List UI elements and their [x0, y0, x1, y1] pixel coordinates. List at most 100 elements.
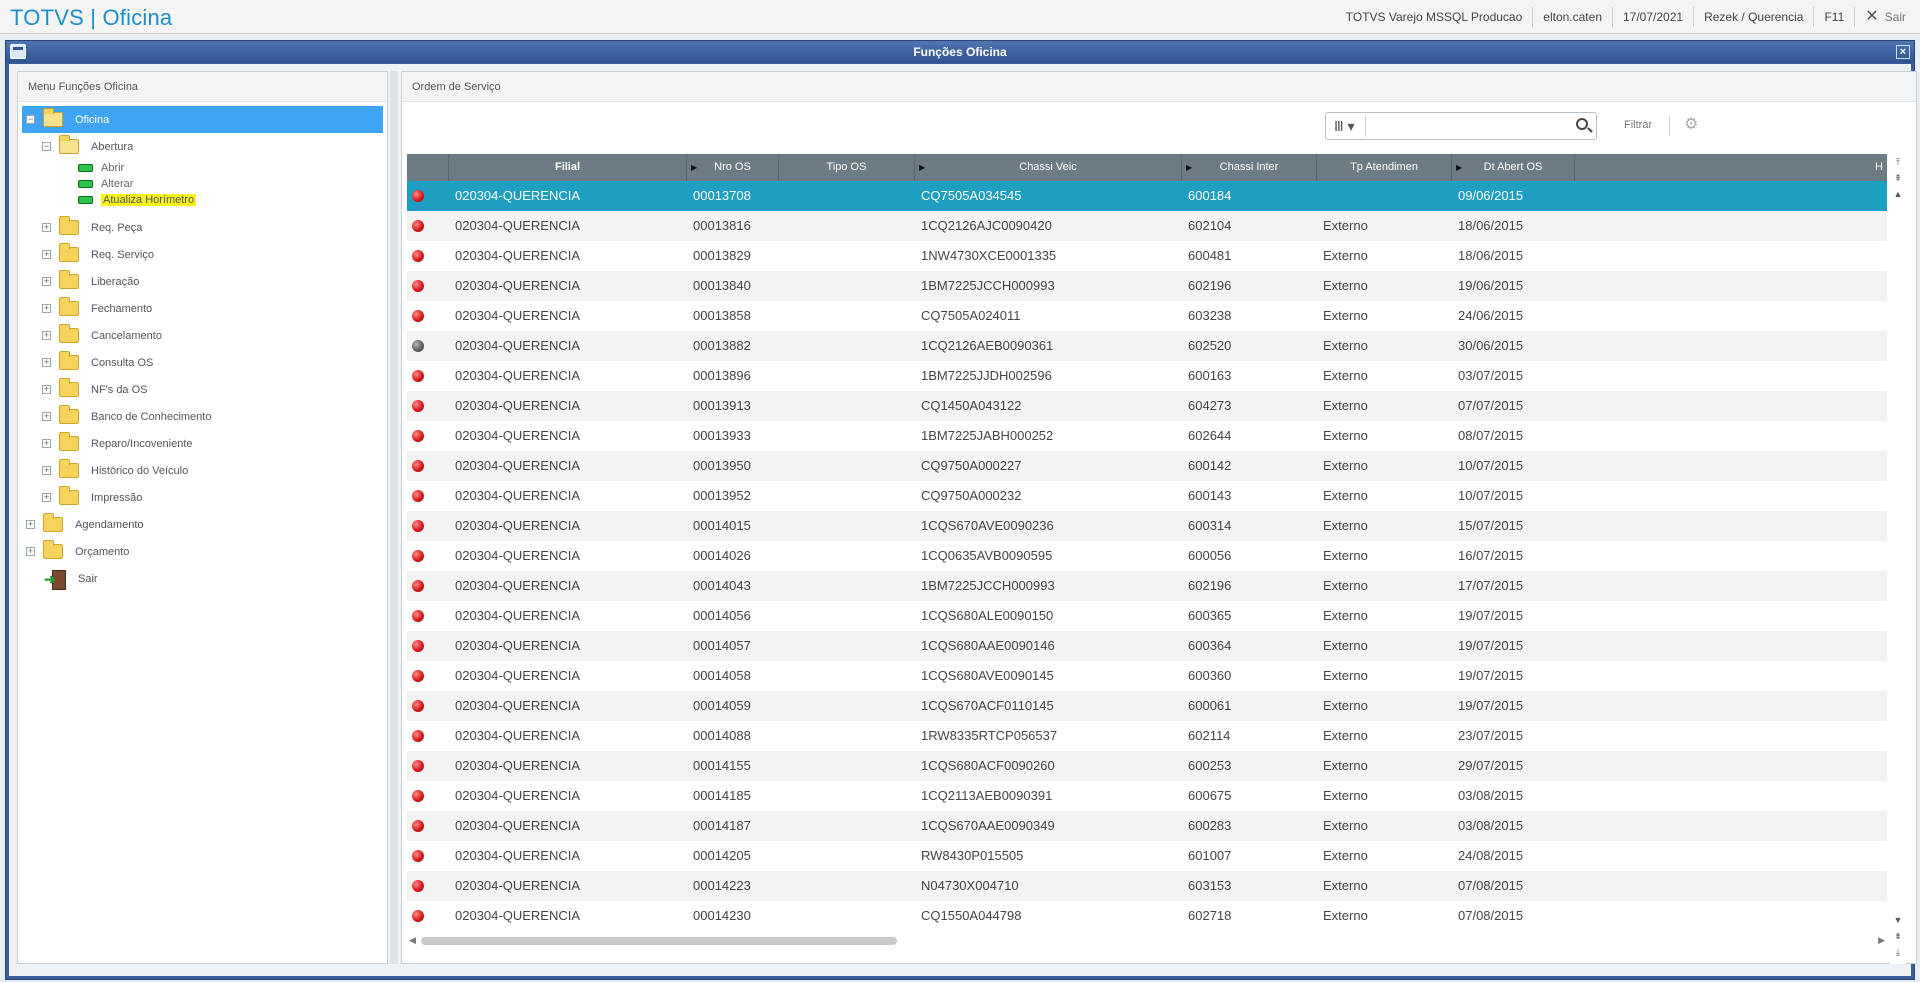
table-row[interactable]: 020304-QUERENCIA 00013829 1NW4730XCE000133… — [407, 241, 1887, 271]
panel-splitter[interactable] — [390, 71, 398, 964]
table-row[interactable]: 020304-QUERENCIA 00014230 CQ1550A044798 602… — [407, 901, 1887, 924]
grid-horizontal-scrollbar[interactable]: ◀ ▶ — [407, 934, 1887, 948]
tree-node-fechamento[interactable]: + Fechamento — [22, 295, 383, 322]
tree-node-consulta-os[interactable]: + Consulta OS — [22, 349, 383, 376]
scroll-down-icon[interactable]: ▼ — [1891, 914, 1905, 926]
table-row[interactable]: 020304-QUERENCIA 00014223 N04730X004710 603… — [407, 871, 1887, 901]
shortcut-f11[interactable]: F11 — [1813, 7, 1854, 27]
search-icon[interactable] — [1576, 118, 1588, 130]
filter-button[interactable]: Filtrar — [1624, 119, 1652, 131]
tree-node-label: Orçamento — [75, 545, 130, 558]
search-input[interactable] — [1370, 115, 1550, 137]
col-header-h[interactable]: H — [1575, 154, 1887, 181]
tree-node-banco-conhecimento[interactable]: + Banco de Conhecimento — [22, 403, 383, 430]
scroll-right-icon[interactable]: ▶ — [1878, 935, 1885, 946]
window-close-button[interactable]: × — [1896, 45, 1910, 59]
collapse-icon[interactable]: − — [26, 115, 35, 124]
table-row[interactable]: 020304-QUERENCIA 00013950 CQ9750A000227 600… — [407, 451, 1887, 481]
folder-icon — [59, 432, 79, 451]
table-row[interactable]: 020304-QUERENCIA 00014015 1CQS670AVE009023… — [407, 511, 1887, 541]
expand-icon[interactable]: + — [42, 277, 51, 286]
tree-node-agendamento[interactable]: + Agendamento — [22, 511, 383, 538]
table-row[interactable]: 020304-QUERENCIA 00014185 1CQ2113AEB009039… — [407, 781, 1887, 811]
col-header-nro-os[interactable]: ▶ Nro OS — [687, 154, 779, 181]
tree-node-sair[interactable]: Sair — [22, 565, 383, 592]
table-row[interactable]: 020304-QUERENCIA 00014187 1CQS670AAE009034… — [407, 811, 1887, 841]
table-row[interactable]: 020304-QUERENCIA 00013708 CQ7505A034545 600… — [407, 181, 1887, 211]
expand-icon[interactable]: + — [42, 439, 51, 448]
expand-icon[interactable]: + — [42, 304, 51, 313]
tree-node-cancelamento[interactable]: + Cancelamento — [22, 322, 383, 349]
window-icon — [10, 44, 26, 59]
cell-filial: 020304-QUERENCIA — [455, 188, 580, 203]
status-dot-icon — [412, 670, 424, 682]
tree-leaf-atualiza-horimetro[interactable]: Atualiza Horímetro — [22, 192, 383, 208]
scroll-left-icon[interactable]: ◀ — [409, 935, 416, 946]
table-row[interactable]: 020304-QUERENCIA 00014057 1CQS680AAE009014… — [407, 631, 1887, 661]
expand-icon[interactable]: + — [42, 358, 51, 367]
col-header-chassi-veic[interactable]: ▶ Chassi Veic — [915, 154, 1182, 181]
tree-leaf-alterar[interactable]: Alterar — [22, 176, 383, 192]
table-row[interactable]: 020304-QUERENCIA 00013858 CQ7505A024011 603… — [407, 301, 1887, 331]
table-row[interactable]: 020304-QUERENCIA 00013933 1BM7225JABH00025… — [407, 421, 1887, 451]
column-picker-button[interactable]: Ⅲ ▾ — [1328, 115, 1366, 137]
tree-leaf-abrir[interactable]: Abrir — [22, 160, 383, 176]
table-row[interactable]: 020304-QUERENCIA 00014043 1BM7225JCCH00099… — [407, 571, 1887, 601]
expand-icon[interactable]: + — [26, 547, 35, 556]
scroll-up-icon[interactable]: ▲ — [1891, 188, 1905, 200]
table-row[interactable]: 020304-QUERENCIA 00013896 1BM7225JJDH00259… — [407, 361, 1887, 391]
tree-node-impressao[interactable]: + Impressão — [22, 484, 383, 511]
gear-icon[interactable]: ⚙ — [1684, 114, 1698, 134]
cell-tp: Externo — [1323, 398, 1368, 413]
tree-node-oficina[interactable]: − Oficina — [22, 106, 383, 133]
col-header-chassi-inter[interactable]: ▶ Chassi Inter — [1182, 154, 1317, 181]
col-header-tipo-os[interactable]: Tipo OS — [779, 154, 915, 181]
scroll-top-icon[interactable]: ⤒ — [1891, 156, 1905, 168]
scroll-page-up-icon[interactable]: ⇞ — [1891, 172, 1905, 184]
collapse-icon[interactable]: − — [42, 142, 51, 151]
table-row[interactable]: 020304-QUERENCIA 00013952 CQ9750A000232 600… — [407, 481, 1887, 511]
scroll-page-down-icon[interactable]: ⇟ — [1891, 930, 1905, 942]
tree-node-req-peca[interactable]: + Req. Peça — [22, 214, 383, 241]
table-row[interactable]: 020304-QUERENCIA 00013816 1CQ2126AJC009042… — [407, 211, 1887, 241]
expand-icon[interactable]: + — [42, 412, 51, 421]
expand-icon[interactable]: + — [42, 466, 51, 475]
tree-node-orcamento[interactable]: + Orçamento — [22, 538, 383, 565]
tree-node-reparo-incoveniente[interactable]: + Reparo/Incoveniente — [22, 430, 383, 457]
col-header-dt-abert-os[interactable]: ▶ Dt Abert OS — [1452, 154, 1575, 181]
scroll-bottom-icon[interactable]: ⤓ — [1891, 946, 1905, 958]
grid-vertical-scrollbar[interactable]: ⤒ ⇞ ▲ ▼ ⇟ ⤓ — [1890, 154, 1906, 964]
tree-leaf-label: Abrir — [101, 162, 125, 174]
table-row[interactable]: 020304-QUERENCIA 00013913 CQ1450A043122 604… — [407, 391, 1887, 421]
table-row[interactable]: 020304-QUERENCIA 00014058 1CQS680AVE009014… — [407, 661, 1887, 691]
expand-icon[interactable]: + — [42, 250, 51, 259]
tree-node-abertura[interactable]: − Abertura — [22, 133, 383, 160]
exit-button[interactable]: ✕ Sair — [1854, 7, 1920, 27]
scrollbar-thumb[interactable] — [421, 937, 897, 945]
cell-nro: 00014057 — [693, 638, 751, 653]
col-header-filial[interactable]: Filial — [449, 154, 687, 181]
table-row[interactable]: 020304-QUERENCIA 00013840 1BM7225JCCH00099… — [407, 271, 1887, 301]
expand-icon[interactable]: + — [42, 493, 51, 502]
branch-selector[interactable]: Rezek / Querencia — [1693, 7, 1813, 27]
tree-node-nfs-da-os[interactable]: + NF's da OS — [22, 376, 383, 403]
table-row[interactable]: 020304-QUERENCIA 00013882 1CQ2126AEB009036… — [407, 331, 1887, 361]
table-row[interactable]: 020304-QUERENCIA 00014088 1RW8335RTCP05653… — [407, 721, 1887, 751]
table-row[interactable]: 020304-QUERENCIA 00014155 1CQS680ACF009026… — [407, 751, 1887, 781]
cell-tipo — [785, 331, 911, 361]
table-row[interactable]: 020304-QUERENCIA 00014026 1CQ0635AVB009059… — [407, 541, 1887, 571]
tree-node-liberacao[interactable]: + Liberação — [22, 268, 383, 295]
expand-icon[interactable]: + — [42, 223, 51, 232]
cell-filial: 020304-QUERENCIA — [455, 488, 580, 503]
tree-node-req-servico[interactable]: + Req. Serviço — [22, 241, 383, 268]
expand-icon[interactable]: + — [26, 520, 35, 529]
expand-icon[interactable]: + — [42, 331, 51, 340]
folder-icon — [43, 108, 63, 127]
table-row[interactable]: 020304-QUERENCIA 00014059 1CQS670ACF011014… — [407, 691, 1887, 721]
tree-node-historico-veiculo[interactable]: + Histórico do Veículo — [22, 457, 383, 484]
expand-icon[interactable]: + — [42, 385, 51, 394]
col-header-tp-atendimen[interactable]: Tp Atendimen — [1317, 154, 1452, 181]
cell-inter: 600283 — [1188, 818, 1232, 833]
table-row[interactable]: 020304-QUERENCIA 00014056 1CQS680ALE009015… — [407, 601, 1887, 631]
table-row[interactable]: 020304-QUERENCIA 00014205 RW8430P015505 601… — [407, 841, 1887, 871]
